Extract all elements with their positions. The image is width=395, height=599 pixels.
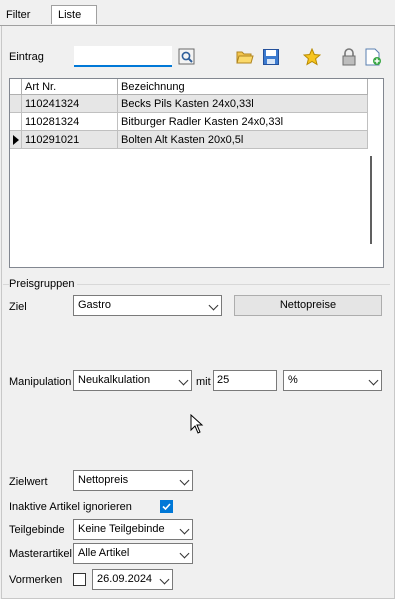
zielwert-select-value: Nettopreis (78, 474, 129, 486)
mouse-cursor-icon (190, 413, 204, 437)
lock-icon[interactable] (340, 48, 358, 66)
chevron-down-icon (159, 574, 170, 585)
cell-art-nr[interactable]: 110241324 (22, 95, 118, 113)
mit-label: mit (196, 376, 211, 388)
current-row-arrow-icon (13, 135, 19, 145)
manipulation-select-value: Neukalkulation (78, 374, 151, 386)
vormerken-checkbox[interactable] (73, 573, 86, 586)
chevron-down-icon (368, 375, 379, 386)
chevron-down-icon (178, 375, 189, 386)
vormerken-date-picker[interactable]: 26.09.2024 (92, 569, 173, 590)
chevron-down-icon (179, 475, 190, 486)
table-row[interactable]: 110281324 Bitburger Radler Kasten 24x0,3… (10, 113, 368, 131)
row-selector[interactable] (10, 113, 22, 131)
vertical-scrollbar[interactable] (370, 156, 372, 244)
teilgebinde-select[interactable]: Keine Teilgebinde (73, 519, 193, 540)
grid-corner (10, 79, 22, 95)
unit-select-value: % (288, 374, 298, 386)
chevron-down-icon (179, 524, 190, 535)
teilgebinde-select-value: Keine Teilgebinde (78, 523, 165, 535)
eintrag-label: Eintrag (9, 51, 44, 63)
ziel-select[interactable]: Gastro (73, 295, 222, 316)
open-folder-icon[interactable] (236, 48, 254, 66)
column-header-art-nr[interactable]: Art Nr. (22, 79, 118, 95)
masterartikel-label: Masterartikel (9, 548, 72, 560)
tab-bar: Filter Liste (0, 0, 395, 26)
masterartikel-select[interactable]: Alle Artikel (73, 543, 193, 564)
ziel-select-value: Gastro (78, 299, 112, 311)
manipulation-label: Manipulation (9, 376, 72, 388)
cell-bezeichnung[interactable]: Becks Pils Kasten 24x0,33l (118, 95, 368, 113)
cell-art-nr[interactable]: 110281324 (22, 113, 118, 131)
vormerken-label: Vormerken (9, 574, 63, 586)
table-row[interactable]: 110241324 Becks Pils Kasten 24x0,33l (10, 95, 368, 113)
cell-bezeichnung[interactable]: Bolten Alt Kasten 20x0,5l (118, 131, 368, 149)
zielwert-label: Zielwert (9, 476, 48, 488)
search-icon[interactable] (178, 48, 196, 66)
vormerken-date-value: 26.09.2024 (97, 573, 153, 585)
cell-art-nr[interactable]: 110291021 (22, 131, 118, 149)
cell-bezeichnung[interactable]: Bitburger Radler Kasten 24x0,33l (118, 113, 368, 131)
add-document-icon[interactable] (364, 48, 382, 66)
teilgebinde-label: Teilgebinde (9, 524, 65, 536)
unit-select[interactable]: % (283, 370, 382, 391)
table-row[interactable]: 110291021 Bolten Alt Kasten 20x0,5l (10, 131, 368, 149)
eintrag-input[interactable] (74, 46, 172, 67)
amount-input[interactable]: 25 (213, 370, 277, 391)
inaktive-checkbox[interactable] (160, 500, 173, 513)
column-header-bezeichnung[interactable]: Bezeichnung (118, 79, 368, 95)
manipulation-select[interactable]: Neukalkulation (73, 370, 192, 391)
preisgruppen-title: Preisgruppen (9, 278, 78, 290)
zielwert-select[interactable]: Nettopreis (73, 470, 193, 491)
tab-liste[interactable]: Liste (51, 5, 97, 24)
inaktive-label: Inaktive Artikel ignorieren (9, 501, 132, 513)
chevron-down-icon (208, 300, 219, 311)
checkmark-icon (162, 503, 171, 511)
masterartikel-select-value: Alle Artikel (78, 547, 130, 559)
chevron-down-icon (179, 548, 190, 559)
ziel-label: Ziel (9, 301, 27, 313)
star-icon[interactable] (302, 47, 322, 66)
tab-filter[interactable]: Filter (0, 5, 36, 25)
row-selector[interactable] (10, 131, 22, 149)
nettopreise-button[interactable]: Nettopreise (234, 295, 382, 316)
save-icon[interactable] (262, 48, 280, 66)
row-selector[interactable] (10, 95, 22, 113)
article-grid[interactable]: Art Nr. Bezeichnung 110241324 Becks Pils… (9, 78, 384, 268)
